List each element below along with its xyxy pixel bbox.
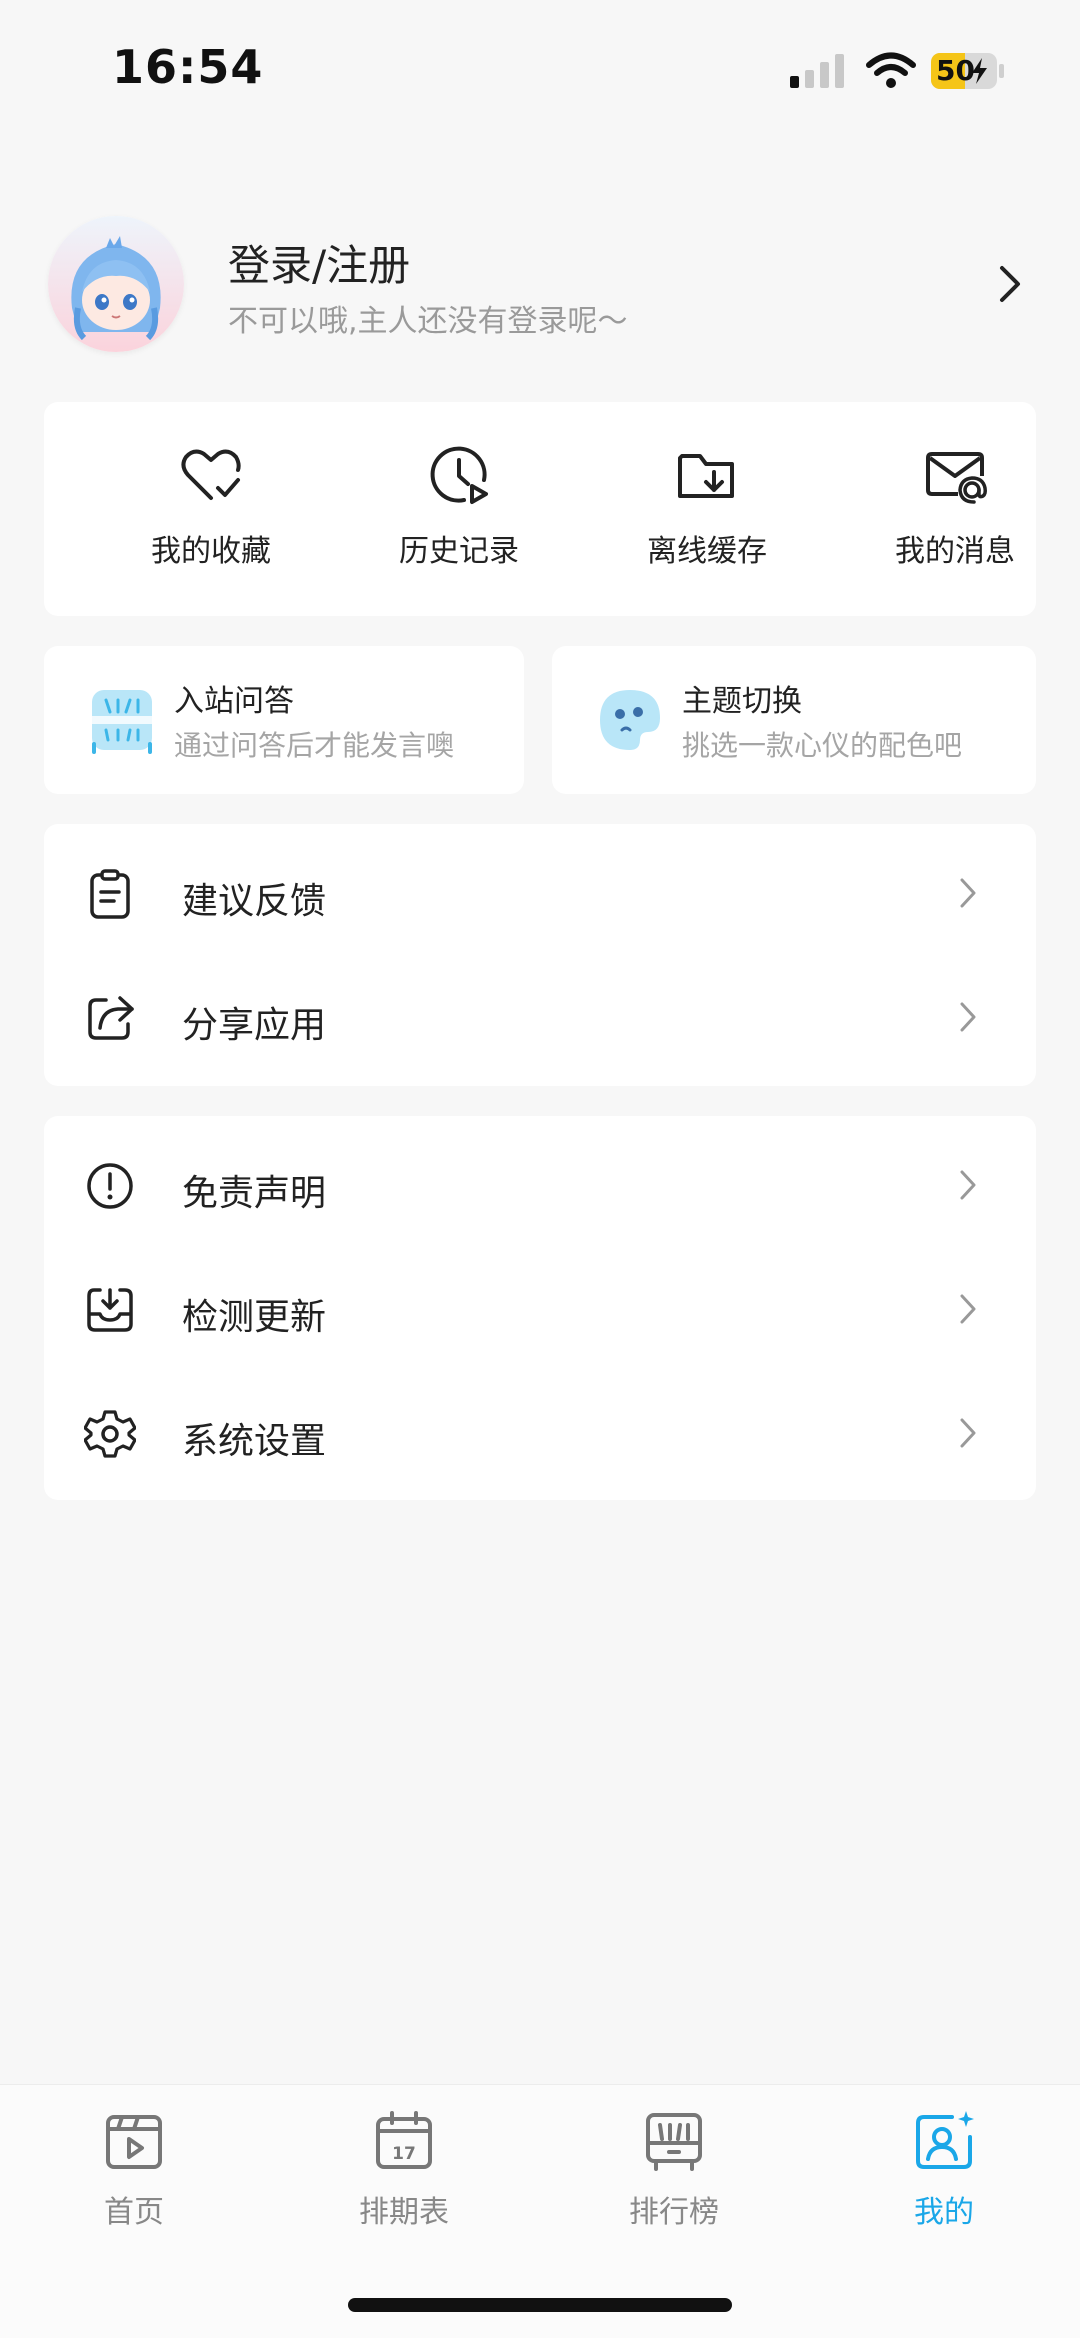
heart-check-icon [181, 449, 241, 500]
tab-mine[interactable]: 我的 [844, 2109, 1044, 2231]
chevron-right-icon [960, 1418, 976, 1448]
messages-button[interactable]: 我的消息 [855, 442, 1055, 592]
menu-item-feedback[interactable]: 建议反馈 [44, 830, 1036, 954]
status-time: 16:54 [112, 40, 264, 94]
offline-cache-label: 离线缓存 [647, 534, 767, 569]
chevron-right-icon [960, 1002, 976, 1032]
share-icon [88, 996, 134, 1040]
alert-circle-icon [87, 1163, 133, 1209]
home-play-icon [106, 2115, 162, 2169]
tab-schedule[interactable]: 17 排期表 [304, 2109, 504, 2231]
menu-item-settings[interactable]: 系统设置 [44, 1370, 1036, 1494]
battery-indicator: 50 [930, 52, 1006, 90]
theme-switch-title: 主题切换 [682, 684, 802, 719]
messages-label: 我的消息 [895, 534, 1015, 569]
chevron-right-icon[interactable] [990, 262, 1030, 306]
offline-cache-button[interactable]: 离线缓存 [607, 442, 807, 592]
gear-icon [84, 1410, 136, 1458]
quick-actions-card: 我的收藏 历史记录 离线缓存 我的消息 [44, 402, 1036, 616]
quiz-icon [92, 690, 152, 754]
calendar-icon: 17 [376, 2111, 432, 2169]
cellular-signal-icon [790, 54, 844, 88]
battery-level: 50 [936, 54, 975, 87]
menu-item-share[interactable]: 分享应用 [44, 954, 1036, 1078]
home-indicator[interactable] [348, 2298, 732, 2312]
history-button[interactable]: 历史记录 [359, 442, 559, 592]
ranking-icon [646, 2113, 702, 2171]
inbox-download-icon [87, 1288, 133, 1332]
history-label: 历史记录 [399, 534, 519, 569]
share-label: 分享应用 [182, 1005, 327, 1046]
mail-at-icon [926, 452, 987, 504]
tab-home-label: 首页 [104, 2195, 164, 2230]
tab-schedule-label: 排期表 [359, 2195, 449, 2230]
theme-switch-subtitle: 挑选一款心仪的配色吧 [682, 729, 963, 762]
avatar-character-icon [48, 216, 184, 352]
menu-group-system: 免责声明 检测更新 系统设置 [44, 1116, 1036, 1500]
login-hint: 不可以哦,主人还没有登录呢～ [228, 304, 628, 339]
login-register-title[interactable]: 登录/注册 [228, 232, 410, 293]
menu-group-feedback: 建议反馈 分享应用 [44, 824, 1036, 1086]
folder-download-icon [678, 454, 734, 498]
favorites-label: 我的收藏 [151, 534, 271, 569]
tab-ranking[interactable]: 排行榜 [574, 2109, 774, 2231]
disclaimer-label: 免责声明 [182, 1173, 327, 1214]
clipboard-icon [90, 869, 130, 919]
tab-mine-label: 我的 [914, 2195, 974, 2230]
wifi-icon [866, 52, 916, 88]
chevron-right-icon [960, 878, 976, 908]
tab-ranking-label: 排行榜 [629, 2195, 719, 2230]
favorites-button[interactable]: 我的收藏 [111, 442, 311, 592]
profile-icon [916, 2111, 974, 2169]
quiz-card[interactable]: 入站问答 通过问答后才能发言噢 [44, 646, 524, 794]
check-update-label: 检测更新 [182, 1297, 327, 1338]
quiz-subtitle: 通过问答后才能发言噢 [174, 729, 455, 762]
feedback-label: 建议反馈 [182, 881, 327, 922]
avatar[interactable] [48, 216, 184, 352]
settings-label: 系统设置 [182, 1421, 327, 1462]
menu-item-disclaimer[interactable]: 免责声明 [44, 1122, 1036, 1246]
chevron-right-icon [960, 1294, 976, 1324]
calendar-day: 17 [392, 2144, 416, 2164]
quiz-title: 入站问答 [174, 684, 294, 719]
chevron-right-icon [960, 1170, 976, 1200]
theme-switch-card[interactable]: 主题切换 挑选一款心仪的配色吧 [552, 646, 1036, 794]
palette-icon [600, 690, 660, 750]
tab-home[interactable]: 首页 [34, 2109, 234, 2231]
clock-play-icon [430, 446, 488, 504]
menu-item-check-update[interactable]: 检测更新 [44, 1246, 1036, 1370]
